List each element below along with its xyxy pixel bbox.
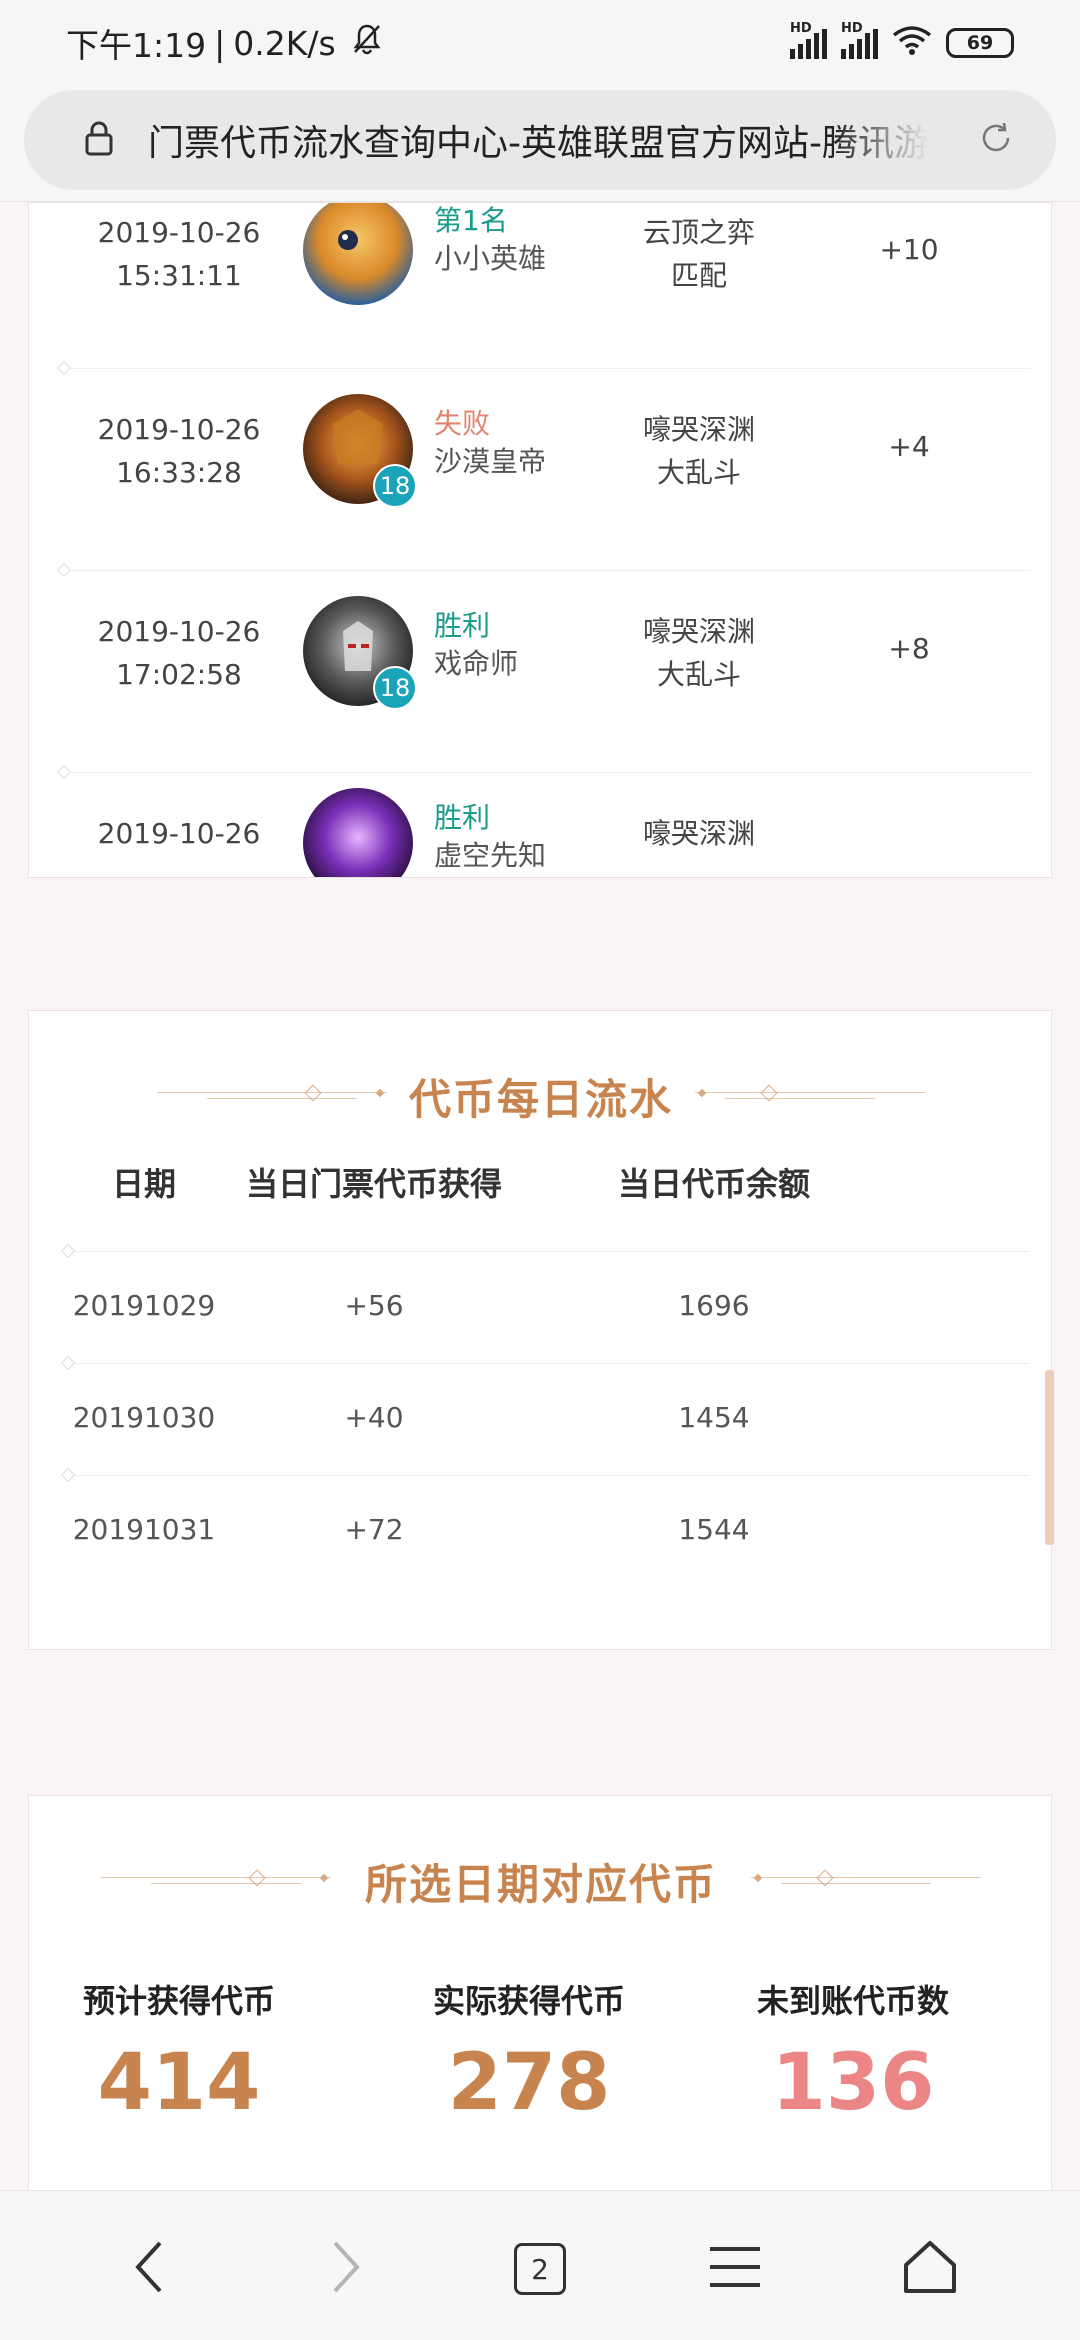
scrollbar-thumb[interactable] <box>1045 1370 1054 1545</box>
wifi-icon <box>892 24 932 63</box>
row-divider <box>69 1251 1029 1252</box>
menu-icon <box>708 2245 762 2293</box>
divider-ornament <box>60 1467 76 1483</box>
row-divider <box>69 1363 1029 1364</box>
signal-icon: HD <box>790 21 827 59</box>
address-bar-container: 门票代币流水查询中心-英雄联盟官方网站-腾讯游戏 <box>0 86 1080 202</box>
champion-avatar <box>303 788 413 877</box>
row-divider <box>69 1475 1029 1476</box>
match-datetime: 2019-10-26 <box>97 817 261 850</box>
token-points: +10 <box>879 233 939 266</box>
home-button[interactable] <box>880 2219 980 2319</box>
browser-bottom-nav: 2 <box>0 2190 1080 2340</box>
match-result: 胜利 <box>434 609 491 642</box>
game-mode: 嚎哭深渊 大乱斗 <box>642 413 755 489</box>
column-header-earned: 当日门票代币获得 <box>245 1165 502 1203</box>
cell-date: 20191030 <box>72 1401 216 1434</box>
selected-date-summary-card: 所选日期对应代币 预计获得代币 414 实际获得代币 278 未到账代币数 13… <box>28 1795 1052 2225</box>
match-history-card: 2019-10-26 15:31:11 第1名 小小英雄 云顶之弈 匹配 +10… <box>28 202 1052 878</box>
actual-tokens-label: 实际获得代币 <box>432 1982 625 2020</box>
lock-icon <box>84 120 114 160</box>
home-icon <box>902 2239 958 2299</box>
clock: 下午1:19 <box>66 26 207 65</box>
champion-level-badge: 18 <box>373 666 417 710</box>
signal-icon: HD <box>841 21 878 59</box>
table-row[interactable]: 2019-10-26 16:33:28 18 失败 沙漠皇帝 嚎哭深渊 大乱斗 … <box>29 368 1051 570</box>
champion-name: 虚空先知 <box>434 839 547 872</box>
pending-tokens-label: 未到账代币数 <box>756 1982 949 2020</box>
table-row[interactable]: 2019-10-26 胜利 虚空先知 嚎哭深渊 <box>29 772 1051 877</box>
game-mode: 嚎哭深渊 大乱斗 <box>642 615 755 691</box>
daily-token-flow-card: 代币每日流水 日期 当日门票代币获得 当日代币余额 20191029 +56 1… <box>28 1010 1052 1650</box>
screen: 下午1:19 | 0.2K/s HD HD 69 门票代币流水查询中心-英雄联盟… <box>0 0 1080 2340</box>
divider-ornament <box>60 1355 76 1371</box>
cell-earned: +56 <box>344 1289 404 1322</box>
tab-count: 2 <box>531 2252 549 2286</box>
forward-button[interactable] <box>295 2219 395 2319</box>
game-mode: 嚎哭深渊 <box>642 817 755 850</box>
status-separator: | <box>214 23 226 63</box>
cell-earned: +40 <box>344 1401 404 1434</box>
champion-name: 沙漠皇帝 <box>434 445 547 478</box>
chevron-left-icon <box>130 2239 170 2299</box>
page-title-url[interactable]: 门票代币流水查询中心-英雄联盟官方网站-腾讯游戏 <box>148 114 928 166</box>
champion-name: 小小英雄 <box>434 242 547 275</box>
reload-icon[interactable] <box>976 118 1016 162</box>
chevron-right-icon <box>325 2239 365 2299</box>
token-points: +4 <box>888 430 930 463</box>
table-row[interactable]: 2019-10-26 17:02:58 18 胜利 戏命师 嚎哭深渊 大乱斗 +… <box>29 570 1051 772</box>
match-datetime: 2019-10-26 15:31:11 <box>97 216 261 292</box>
cell-earned: +72 <box>344 1513 404 1546</box>
expected-tokens-value: 414 <box>97 2038 261 2128</box>
cell-balance: 1454 <box>678 1401 750 1434</box>
divider-ornament <box>60 1243 76 1259</box>
title-ornament-right <box>695 1083 925 1103</box>
tabs-button[interactable]: 2 <box>490 2219 590 2319</box>
column-header-balance: 当日代币余额 <box>617 1165 810 1203</box>
champion-name: 戏命师 <box>434 647 519 680</box>
token-points: +8 <box>888 632 930 665</box>
match-result: 第1名 <box>434 204 508 237</box>
cell-balance: 1696 <box>678 1289 750 1322</box>
cell-date: 20191029 <box>72 1289 216 1322</box>
cell-balance: 1544 <box>678 1513 750 1546</box>
battery-icon: 69 <box>946 28 1014 58</box>
actual-tokens-value: 278 <box>447 2038 611 2128</box>
pending-tokens-value: 136 <box>771 2038 935 2128</box>
match-result: 失败 <box>434 407 491 440</box>
expected-tokens-label: 预计获得代币 <box>82 1982 275 2020</box>
column-header-date: 日期 <box>111 1165 176 1203</box>
status-bar: 下午1:19 | 0.2K/s HD HD 69 <box>0 0 1080 86</box>
champion-avatar <box>303 203 413 305</box>
back-button[interactable] <box>100 2219 200 2319</box>
mute-bell-icon <box>352 23 382 63</box>
match-result: 胜利 <box>434 801 491 834</box>
champion-level-badge: 18 <box>373 464 417 508</box>
game-mode: 云顶之弈 匹配 <box>642 216 755 292</box>
title-ornament-right <box>751 1868 981 1888</box>
match-datetime: 2019-10-26 16:33:28 <box>97 413 261 489</box>
match-datetime: 2019-10-26 17:02:58 <box>97 615 261 691</box>
net-speed: 0.2K/s <box>233 23 336 63</box>
cell-date: 20191031 <box>72 1513 216 1546</box>
tabs-icon: 2 <box>514 2243 566 2295</box>
menu-button[interactable] <box>685 2219 785 2319</box>
table-row[interactable]: 2019-10-26 15:31:11 第1名 小小英雄 云顶之弈 匹配 +10 <box>29 203 1051 335</box>
address-bar[interactable]: 门票代币流水查询中心-英雄联盟官方网站-腾讯游戏 <box>24 90 1056 190</box>
